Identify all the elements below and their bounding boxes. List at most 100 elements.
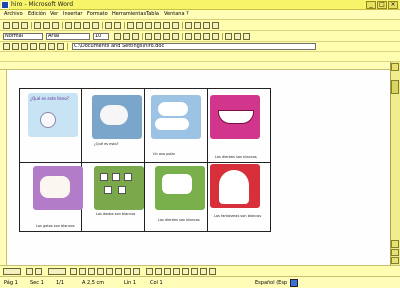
drawing-icon[interactable] xyxy=(172,22,179,29)
justify-icon[interactable] xyxy=(172,33,179,40)
underline-icon[interactable] xyxy=(132,33,139,40)
menu-formato[interactable]: Formato xyxy=(87,11,108,17)
zoom-icon[interactable] xyxy=(203,22,210,29)
spelling-status-icon[interactable] xyxy=(290,279,298,287)
picture-icon[interactable] xyxy=(133,268,140,275)
bullets-icon[interactable] xyxy=(194,33,201,40)
format-painter-icon[interactable] xyxy=(92,22,99,29)
wordart-icon[interactable] xyxy=(115,268,122,275)
border-icon[interactable] xyxy=(225,33,232,40)
caption-4: Los gatos son blancos xyxy=(36,224,75,228)
align-left-icon[interactable] xyxy=(145,33,152,40)
align-center-icon[interactable] xyxy=(154,33,161,40)
favorites-icon[interactable] xyxy=(57,43,64,50)
numbering-icon[interactable] xyxy=(185,33,192,40)
draw-menu-button[interactable] xyxy=(3,268,21,275)
caption-5: Los dados son blancos xyxy=(96,212,136,216)
toolbar-divider xyxy=(62,22,63,29)
document-map-icon[interactable] xyxy=(185,22,192,29)
menu-ventana[interactable]: Ventana xyxy=(164,11,185,17)
cut-icon[interactable] xyxy=(65,22,72,29)
toolbar-divider xyxy=(182,22,183,29)
show-hide-icon[interactable] xyxy=(194,22,201,29)
print-preview-icon[interactable] xyxy=(43,22,50,29)
insert-table-icon[interactable] xyxy=(145,22,152,29)
highlight-icon[interactable] xyxy=(234,33,241,40)
next-page-icon[interactable] xyxy=(391,257,399,264)
maximize-button[interactable]: □ xyxy=(377,1,387,9)
horizontal-ruler[interactable] xyxy=(0,62,400,70)
word-app-icon[interactable] xyxy=(1,1,9,9)
cat-figure xyxy=(40,176,70,198)
fill-color-icon[interactable] xyxy=(146,268,153,275)
close-button[interactable]: × xyxy=(388,1,398,9)
menu-herramientas[interactable]: Herramientas xyxy=(112,11,146,17)
table-gridline xyxy=(144,88,145,232)
copy-icon[interactable] xyxy=(74,22,81,29)
refresh-icon[interactable] xyxy=(30,43,37,50)
toolbar-divider xyxy=(31,22,32,29)
redo-icon[interactable] xyxy=(114,22,121,29)
minimize-button[interactable]: _ xyxy=(366,1,376,9)
increase-indent-icon[interactable] xyxy=(212,33,219,40)
clipart-icon[interactable] xyxy=(124,268,131,275)
cover-title: ¿Qué es este lleno? xyxy=(30,96,69,101)
menu-help[interactable]: ? xyxy=(186,11,189,17)
align-right-icon[interactable] xyxy=(163,33,170,40)
3d-icon[interactable] xyxy=(209,268,216,275)
textbox-icon[interactable] xyxy=(106,268,113,275)
save-icon[interactable] xyxy=(21,22,28,29)
arrow-icon[interactable] xyxy=(79,268,86,275)
scroll-up-icon[interactable] xyxy=(391,63,399,71)
forward-icon[interactable] xyxy=(12,43,19,50)
home-icon[interactable] xyxy=(39,43,46,50)
menu-tabla[interactable]: Tabla xyxy=(146,11,159,17)
previous-page-icon[interactable] xyxy=(391,249,399,256)
back-icon[interactable] xyxy=(3,43,10,50)
hyperlink-icon[interactable] xyxy=(127,22,134,29)
new-document-icon[interactable] xyxy=(3,22,10,29)
style-combo[interactable]: Normal xyxy=(3,33,43,40)
menu-insertar[interactable]: Insertar xyxy=(63,11,82,17)
line-style-icon[interactable] xyxy=(173,268,180,275)
text-color-icon[interactable] xyxy=(164,268,171,275)
rotate-icon[interactable] xyxy=(35,268,42,275)
oval-icon[interactable] xyxy=(97,268,104,275)
vertical-ruler[interactable] xyxy=(0,70,7,265)
columns-icon[interactable] xyxy=(163,22,170,29)
line-icon[interactable] xyxy=(70,268,77,275)
scroll-down-icon[interactable] xyxy=(391,240,399,248)
menu-archivo[interactable]: Archivo xyxy=(4,11,23,17)
font-combo[interactable]: Arial xyxy=(46,33,90,40)
table-gridline xyxy=(81,88,82,232)
italic-icon[interactable] xyxy=(123,33,130,40)
open-folder-icon[interactable] xyxy=(12,22,19,29)
dash-style-icon[interactable] xyxy=(182,268,189,275)
help-icon[interactable] xyxy=(212,22,219,29)
paste-icon[interactable] xyxy=(83,22,90,29)
tooth-figure xyxy=(162,174,192,194)
print-icon[interactable] xyxy=(34,22,41,29)
table-gridline xyxy=(19,162,271,163)
select-arrow-icon[interactable] xyxy=(26,268,33,275)
rectangle-icon[interactable] xyxy=(88,268,95,275)
menu-ver[interactable]: Ver xyxy=(50,11,58,17)
table-icon[interactable] xyxy=(136,22,143,29)
arrow-style-icon[interactable] xyxy=(191,268,198,275)
spellcheck-icon[interactable] xyxy=(52,22,59,29)
menu-edicion[interactable]: Edición xyxy=(28,11,46,17)
autoshapes-button[interactable] xyxy=(48,268,66,275)
address-field[interactable]: C:\Documents and Settings\hiro.doc xyxy=(72,43,316,50)
font-color-icon[interactable] xyxy=(243,33,250,40)
search-web-icon[interactable] xyxy=(48,43,55,50)
bold-icon[interactable] xyxy=(114,33,121,40)
shadow-icon[interactable] xyxy=(200,268,207,275)
undo-icon[interactable] xyxy=(105,22,112,29)
scroll-thumb[interactable] xyxy=(391,80,399,94)
toolbar-divider xyxy=(67,43,68,50)
line-color-icon[interactable] xyxy=(155,268,162,275)
excel-icon[interactable] xyxy=(154,22,161,29)
font-size-combo[interactable]: 10 xyxy=(93,33,109,40)
stop-icon[interactable] xyxy=(21,43,28,50)
decrease-indent-icon[interactable] xyxy=(203,33,210,40)
